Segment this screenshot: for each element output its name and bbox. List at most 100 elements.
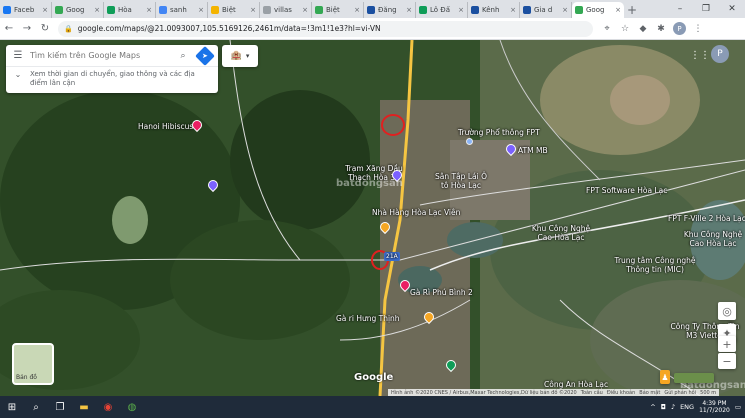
menu-icon[interactable]: ⋮ (692, 24, 704, 34)
extension-icon[interactable]: ◆ (637, 24, 649, 34)
directions-button[interactable]: ➤ (195, 45, 215, 66)
reload-icon[interactable]: ↻ (36, 20, 54, 38)
browser-tab[interactable]: Đăng × (364, 2, 416, 18)
favicon-icon (159, 6, 167, 14)
close-tab-icon[interactable]: × (94, 6, 100, 14)
star-icon[interactable]: ☆ (619, 24, 631, 34)
close-tab-icon[interactable]: × (354, 6, 360, 14)
minimize-icon[interactable]: – (667, 0, 693, 18)
imagery-strip[interactable] (674, 373, 714, 383)
favicon-icon (367, 6, 375, 14)
zoom-in-button[interactable]: + (718, 336, 736, 352)
place-fpt-fville[interactable]: FPT F-Ville 2 Hòa Lạc (668, 214, 745, 223)
language-indicator[interactable]: ENG (680, 403, 694, 411)
browser-tab[interactable]: Kênh × (468, 2, 520, 18)
notification-icon[interactable]: ▭ (735, 403, 741, 411)
tray-arrow-icon[interactable]: ^ (650, 403, 655, 411)
clock-time: 4:39 PM (702, 400, 727, 407)
place-khu-cong-nghe[interactable]: Khu Công Nghệ Cao Hòa Lạc (526, 224, 596, 242)
close-tab-icon[interactable]: × (458, 6, 464, 14)
place-fpt-software[interactable]: FPT Software Hòa Lạc (586, 186, 667, 195)
volume-icon[interactable]: ♪ (671, 403, 675, 411)
zoom-out-button[interactable]: − (718, 353, 736, 369)
place-hanoi-hibiscus[interactable]: Hanoi Hibiscus (138, 122, 193, 131)
apps-grid-icon[interactable]: ⋮⋮ (690, 50, 710, 61)
chrome-icon[interactable]: ◉ (96, 396, 120, 418)
location-icon[interactable]: ⌖ (601, 24, 613, 34)
close-window-icon[interactable]: ✕ (719, 0, 745, 18)
browser-toolbar: ← → ↻ 🔒 google.com/maps/@21.0093007,105.… (0, 18, 745, 40)
close-tab-icon[interactable]: × (302, 6, 308, 14)
school-pin-icon[interactable] (466, 138, 473, 145)
browser-tab[interactable]: Goog × (572, 2, 624, 18)
network-icon[interactable]: ◘ (661, 403, 666, 411)
profile-avatar[interactable]: P (673, 22, 686, 35)
task-view-icon[interactable]: ❐ (48, 396, 72, 418)
search-icon[interactable]: ⌕ (174, 51, 192, 61)
tab-strip: Faceb × Goog × Hòa × sanh × Biệt × villas × Biệt × Đăn… (0, 0, 745, 18)
browser-tab[interactable]: villas × (260, 2, 312, 18)
tab-title: Biệt (222, 6, 236, 14)
chevron-down-icon: ⌄ (14, 70, 22, 79)
file-explorer-icon[interactable]: ▬ (72, 396, 96, 418)
extension-area: ⌖ ☆ ◆ ✱ P ⋮ (601, 22, 704, 35)
favicon-icon (523, 6, 531, 14)
browser-tab[interactable]: Faceb × (0, 2, 52, 18)
forward-icon[interactable]: → (18, 20, 36, 38)
url-text: google.com/maps/@21.0093007,105.5169126,… (77, 24, 381, 33)
browser-tab[interactable]: Goog × (52, 2, 104, 18)
tab-title: Kênh (482, 6, 500, 14)
place-atm[interactable]: ATM MB (518, 146, 548, 155)
browser-tab[interactable]: Hòa × (104, 2, 156, 18)
locate-me-button[interactable]: ◎ (718, 302, 736, 320)
favicon-icon (575, 6, 583, 14)
place-nha-hang[interactable]: Nhà Hàng Hòa Lạc Viên (372, 208, 460, 217)
place-ga-ri-hung-thinh[interactable]: Gà ri Hưng Thịnh (336, 314, 400, 323)
close-tab-icon[interactable]: × (146, 6, 152, 14)
place-cong-an[interactable]: Công An Hòa Lạc (544, 380, 608, 389)
satellite-map[interactable]: ☰ ⌕ ➤ ⌄ Xem thời gian di chuyển, giao th… (0, 40, 745, 396)
browser-tab[interactable]: Biệt × (312, 2, 364, 18)
layer-label: Bản đồ (16, 374, 37, 381)
address-bar[interactable]: 🔒 google.com/maps/@21.0093007,105.516912… (58, 20, 593, 37)
maximize-icon[interactable]: ❐ (693, 0, 719, 18)
favicon-icon (211, 6, 219, 14)
street-view-pegman[interactable]: ♟ (660, 370, 670, 384)
tab-title: Biệt (326, 6, 340, 14)
account-avatar[interactable]: P (711, 45, 729, 63)
new-tab-button[interactable]: + (624, 2, 640, 18)
place-san-tap-lai[interactable]: Sân Tập Lái Ô tô Hòa Lạc (432, 172, 490, 190)
close-tab-icon[interactable]: × (562, 6, 568, 14)
search-input[interactable] (30, 51, 174, 60)
menu-icon[interactable]: ☰ (6, 50, 30, 61)
close-tab-icon[interactable]: × (406, 6, 412, 14)
close-tab-icon[interactable]: × (510, 6, 516, 14)
place-ga-ri-phu-binh[interactable]: Gà Rì Phú Bình 2 (410, 288, 473, 297)
back-icon[interactable]: ← (0, 20, 18, 38)
browser-tab[interactable]: sanh × (156, 2, 208, 18)
tab-title: Goog (66, 6, 85, 14)
browser-tab[interactable]: Biệt × (208, 2, 260, 18)
browser-tab[interactable]: Gia d × (520, 2, 572, 18)
place-trung-tam[interactable]: Trung tâm Công nghệ Thông tin (MIC) (614, 256, 696, 274)
favicon-icon (471, 6, 479, 14)
close-tab-icon[interactable]: × (42, 6, 48, 14)
close-tab-icon[interactable]: × (250, 6, 256, 14)
close-tab-icon[interactable]: × (615, 6, 621, 14)
favicon-icon (107, 6, 115, 14)
nearby-suggestion[interactable]: ⌄ Xem thời gian di chuyển, giao thông và… (6, 67, 218, 91)
map-layer-toggle[interactable]: Bản đồ (12, 343, 54, 385)
search-panel: ☰ ⌕ ➤ ⌄ Xem thời gian di chuyển, giao th… (6, 45, 218, 93)
tab-title: Đăng (378, 6, 397, 14)
place-truong-pho-thong[interactable]: Trường Phổ thông FPT (458, 128, 540, 137)
windows-start-icon[interactable]: ⊞ (0, 396, 24, 418)
hotels-button[interactable]: 🏨 ▾ (222, 45, 258, 67)
browser-tab[interactable]: Lô Đấ × (416, 2, 468, 18)
place-khu-cong-nghe-2[interactable]: Khu Công Nghệ Cao Hòa Lạc (682, 230, 744, 248)
close-tab-icon[interactable]: × (198, 6, 204, 14)
search-icon[interactable]: ⌕ (24, 396, 48, 418)
system-tray: ^ ◘ ♪ ENG 4:39 PM 11/7/2020 ▭ (650, 396, 741, 418)
app-icon[interactable]: ◍ (120, 396, 144, 418)
puzzle-icon[interactable]: ✱ (655, 24, 667, 34)
clock[interactable]: 4:39 PM 11/7/2020 (699, 400, 730, 414)
